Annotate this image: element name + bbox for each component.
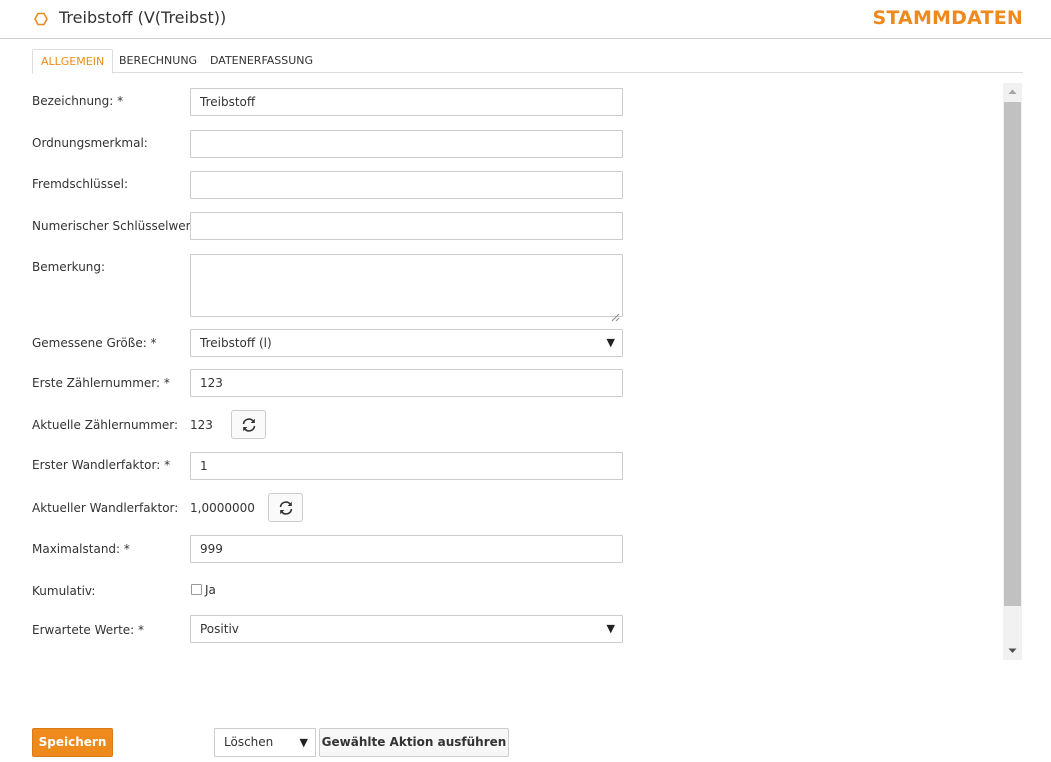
tab-bar: ALLGEMEIN BERECHNUNG DATENERFASSUNG <box>32 49 1023 74</box>
dropdown-arrow-icon: ▼ <box>606 622 615 635</box>
ordnungsmerkmal-field[interactable] <box>190 130 623 158</box>
gemessene-groesse-label: Gemessene Größe: * <box>32 336 157 350</box>
tab-berechnung[interactable]: BERECHNUNG <box>111 49 205 73</box>
scroll-down-arrow-icon[interactable] <box>1003 642 1022 660</box>
fremdschluessel-label: Fremdschlüssel: <box>32 177 129 191</box>
dropdown-arrow-icon: ▼ <box>299 736 308 749</box>
page-title: Treibstoff (V(Treibst)) <box>59 8 227 27</box>
aktueller-wandlerfaktor-value: 1,0000000 <box>190 501 255 515</box>
erste-zaehlernummer-label: Erste Zählernummer: * <box>32 376 170 390</box>
vertical-scrollbar[interactable] <box>1003 83 1022 660</box>
gemessene-groesse-value: Treibstoff (l) <box>200 336 272 350</box>
save-button[interactable]: Speichern <box>32 728 113 757</box>
erste-zaehlernummer-field[interactable]: 123 <box>190 369 623 397</box>
erster-wandlerfaktor-label: Erster Wandlerfaktor: * <box>32 458 171 472</box>
scroll-thumb[interactable] <box>1004 102 1021 606</box>
erster-wandlerfaktor-field[interactable]: 1 <box>190 452 623 480</box>
erwartete-werte-value: Positiv <box>200 622 239 636</box>
scroll-up-arrow-icon[interactable] <box>1003 83 1022 101</box>
bezeichnung-field[interactable]: Treibstoff <box>190 88 623 116</box>
page-header: Treibstoff (V(Treibst)) STAMMDATEN <box>0 0 1051 39</box>
action-select-value: Löschen <box>224 735 274 749</box>
kumulativ-checkbox-label[interactable]: Ja <box>205 583 216 597</box>
tab-allgemein[interactable]: ALLGEMEIN <box>32 49 114 74</box>
maximalstand-field[interactable]: 999 <box>190 535 623 563</box>
execute-action-button[interactable]: Gewählte Aktion ausführen <box>319 728 509 757</box>
refresh-icon <box>279 501 293 515</box>
dropdown-arrow-icon: ▼ <box>606 336 615 349</box>
maximalstand-label: Maximalstand: * <box>32 542 130 556</box>
erwartete-werte-select[interactable]: Positiv ▼ <box>190 615 623 643</box>
refresh-icon <box>242 418 256 432</box>
tab-datenerfassung[interactable]: DATENERFASSUNG <box>202 49 321 73</box>
kumulativ-checkbox[interactable] <box>191 584 202 595</box>
aktueller-wandlerfaktor-label: Aktueller Wandlerfaktor: <box>32 501 179 515</box>
aktuelle-zaehlernummer-value: 123 <box>190 418 213 432</box>
kumulativ-label: Kumulativ: <box>32 584 96 598</box>
bemerkung-label: Bemerkung: <box>32 260 106 274</box>
resize-grip-icon[interactable] <box>611 305 620 322</box>
aktuelle-zaehlernummer-label: Aktuelle Zählernummer: <box>32 418 179 432</box>
numerischer-schluesselwert-label: Numerischer Schlüsselwert: <box>32 219 200 233</box>
gemessene-groesse-select[interactable]: Treibstoff (l) ▼ <box>190 329 623 357</box>
erwartete-werte-label: Erwartete Werte: * <box>32 623 145 637</box>
refresh-zaehlernummer-button[interactable] <box>231 410 266 439</box>
bemerkung-textarea[interactable] <box>190 254 623 322</box>
ordnungsmerkmal-label: Ordnungsmerkmal: <box>32 136 148 150</box>
numerischer-schluesselwert-field[interactable] <box>190 212 623 240</box>
refresh-wandlerfaktor-button[interactable] <box>268 493 303 522</box>
section-brand: STAMMDATEN <box>872 7 1023 29</box>
bezeichnung-label: Bezeichnung: * <box>32 94 124 108</box>
hexagon-outline-icon <box>34 11 48 26</box>
action-select[interactable]: Löschen ▼ <box>214 728 316 757</box>
fremdschluessel-field[interactable] <box>190 171 623 199</box>
